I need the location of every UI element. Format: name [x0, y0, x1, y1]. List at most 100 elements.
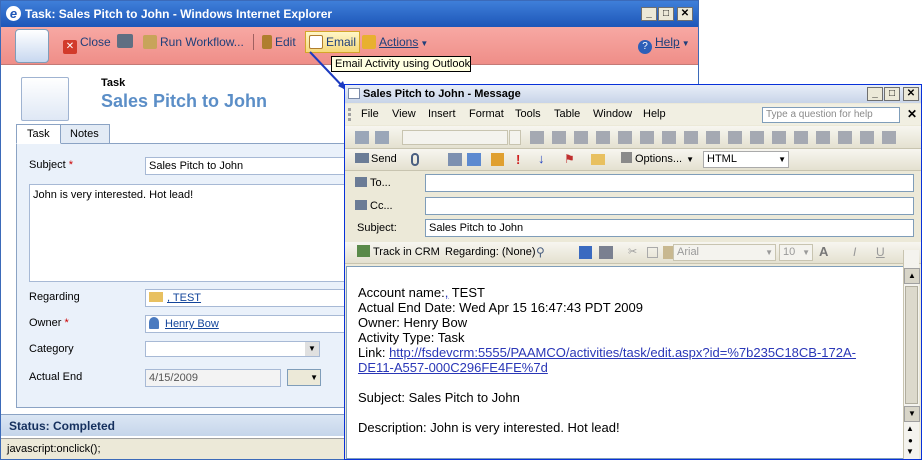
- scroll-thumb[interactable]: [905, 286, 918, 404]
- close-window-button[interactable]: ✕: [677, 7, 693, 21]
- run-workflow-button[interactable]: Run Workflow...: [143, 27, 244, 57]
- outlook-close-button[interactable]: ✕: [903, 87, 919, 101]
- browse-object-icon[interactable]: ●: [908, 436, 913, 445]
- message-icon: [348, 88, 360, 99]
- copy-icon[interactable]: [647, 247, 658, 258]
- flag-icon[interactable]: [491, 153, 504, 166]
- actual-end-label: Actual End: [29, 371, 83, 383]
- menu-tools[interactable]: Tools: [515, 104, 541, 125]
- subject-input[interactable]: Sales Pitch to John: [425, 219, 914, 237]
- menu-table[interactable]: Table: [554, 104, 580, 125]
- print-icon[interactable]: [117, 34, 133, 48]
- address-book-icon[interactable]: [448, 153, 462, 166]
- body-description: Description: John is very interested. Ho…: [358, 420, 620, 435]
- style-select[interactable]: [402, 130, 508, 145]
- record-link[interactable]: http://fsdevcrm:5555/PAAMCO/activities/t…: [389, 345, 856, 360]
- attach-icon[interactable]: [411, 153, 419, 166]
- options-icon: [621, 152, 632, 163]
- follow-up-flag-icon[interactable]: ⚑: [564, 152, 575, 166]
- calendar-icon[interactable]: ▼: [287, 369, 321, 386]
- minimize-button[interactable]: _: [641, 7, 657, 21]
- chevron-down-icon: ▼: [305, 342, 319, 356]
- importance-low-icon[interactable]: ↓: [538, 151, 545, 166]
- chevron-down-icon: ▼: [681, 39, 690, 48]
- menu-format[interactable]: Format: [469, 104, 504, 125]
- print-icon[interactable]: [599, 246, 613, 259]
- vertical-scrollbar[interactable]: ▲ ▼ ▲ ● ▼: [903, 250, 920, 459]
- edit-button[interactable]: Edit: [262, 27, 296, 57]
- scroll-up-icon[interactable]: ▲: [904, 268, 920, 284]
- lookup-folder-icon: [149, 292, 163, 302]
- actual-end-input[interactable]: 4/15/2009: [145, 369, 281, 387]
- cut-icon[interactable]: ✂: [628, 245, 637, 258]
- font-select-disabled[interactable]: [509, 130, 521, 145]
- ask-question-input[interactable]: Type a question for help: [762, 107, 900, 123]
- record-link-cont[interactable]: DE11-A557-000C296FE4FE%7d: [358, 360, 548, 375]
- maximize-button[interactable]: □: [658, 7, 674, 21]
- address-book-icon: [355, 177, 367, 187]
- browse-prev-icon[interactable]: ▲: [906, 424, 914, 433]
- menu-window[interactable]: Window: [593, 104, 632, 125]
- search-icon[interactable]: ⚲: [536, 245, 545, 259]
- entity-label: Task: [101, 77, 126, 89]
- regarding-lookup[interactable]: , TEST: [145, 289, 350, 307]
- message-body[interactable]: Account name:, TEST Actual End Date: Wed…: [346, 266, 905, 459]
- send-button[interactable]: Send: [355, 149, 397, 169]
- font-color-icon[interactable]: A: [819, 244, 828, 259]
- chevron-down-icon: ▼: [420, 39, 429, 48]
- scroll-down-icon[interactable]: ▼: [904, 406, 920, 422]
- grip-icon: [348, 108, 351, 121]
- regarding-button[interactable]: Regarding: (None): [445, 242, 536, 262]
- outlook-title-bar: Sales Pitch to John - Message _ □ ✕: [345, 85, 921, 103]
- pencil-icon: [262, 35, 272, 49]
- save-icon[interactable]: [579, 246, 592, 259]
- cc-input[interactable]: [425, 197, 914, 215]
- task-form-panel: Subject * Sales Pitch to John John is ve…: [16, 143, 351, 408]
- to-button[interactable]: To...: [355, 177, 391, 189]
- menu-file[interactable]: File: [361, 104, 379, 125]
- cc-button[interactable]: Cc...: [355, 200, 393, 212]
- folder-icon[interactable]: [591, 154, 605, 165]
- owner-label: Owner *: [29, 317, 69, 329]
- format-select[interactable]: HTML ▼: [703, 151, 789, 168]
- to-input[interactable]: [425, 174, 914, 192]
- body-account-line: Account name:, TEST: [358, 285, 485, 300]
- check-names-icon[interactable]: [467, 153, 481, 166]
- browse-next-icon[interactable]: ▼: [906, 447, 914, 456]
- body-spacer: [358, 375, 904, 390]
- outlook-maximize-button[interactable]: □: [884, 87, 900, 101]
- owner-lookup[interactable]: Henry Bow: [145, 315, 350, 333]
- tab-notes[interactable]: Notes: [59, 124, 110, 144]
- close-button[interactable]: ✕ Close: [63, 27, 111, 57]
- subject-label: Subject *: [29, 159, 74, 171]
- track-in-crm-button[interactable]: Track in CRM: [357, 242, 440, 262]
- outlook-minimize-button[interactable]: _: [867, 87, 883, 101]
- menu-insert[interactable]: Insert: [428, 104, 456, 125]
- italic-icon[interactable]: I: [853, 245, 856, 259]
- menu-help[interactable]: Help: [643, 104, 666, 125]
- ie-logo-icon: e: [6, 6, 21, 21]
- regarding-label: Regarding: [29, 291, 80, 303]
- importance-high-icon[interactable]: !: [516, 152, 520, 167]
- close-doc-icon[interactable]: ✕: [907, 104, 917, 125]
- tab-task[interactable]: Task: [16, 124, 61, 144]
- actions-menu[interactable]: Actions ▼: [362, 27, 428, 57]
- underline-icon[interactable]: U: [876, 245, 885, 259]
- font-size-select[interactable]: 10 ▼: [779, 244, 813, 261]
- body-spacer-2: [358, 405, 904, 420]
- user-icon: [149, 317, 159, 329]
- font-select[interactable]: Arial ▼: [673, 244, 776, 261]
- options-button[interactable]: Options... ▼: [621, 149, 694, 170]
- help-menu[interactable]: ? Help ▼: [638, 27, 690, 57]
- description-textarea[interactable]: John is very interested. Hot lead!: [29, 184, 351, 282]
- category-select[interactable]: ▼: [145, 341, 320, 357]
- body-link-line-2: DE11-A557-000C296FE4FE%7d: [358, 360, 904, 375]
- toolbar-icons-row: [355, 131, 395, 144]
- body-activity-type: Activity Type: Task: [358, 330, 465, 345]
- send-toolbar: Send ! ↓ ⚑ Options... ▼ HTML ▼: [345, 149, 921, 171]
- menu-view[interactable]: View: [392, 104, 416, 125]
- subject-input[interactable]: Sales Pitch to John: [145, 157, 350, 175]
- outlook-menubar: File View Insert Format Tools Table Wind…: [345, 104, 921, 125]
- formatting-toolbar: [345, 126, 921, 149]
- subject-label: Subject:: [357, 222, 397, 234]
